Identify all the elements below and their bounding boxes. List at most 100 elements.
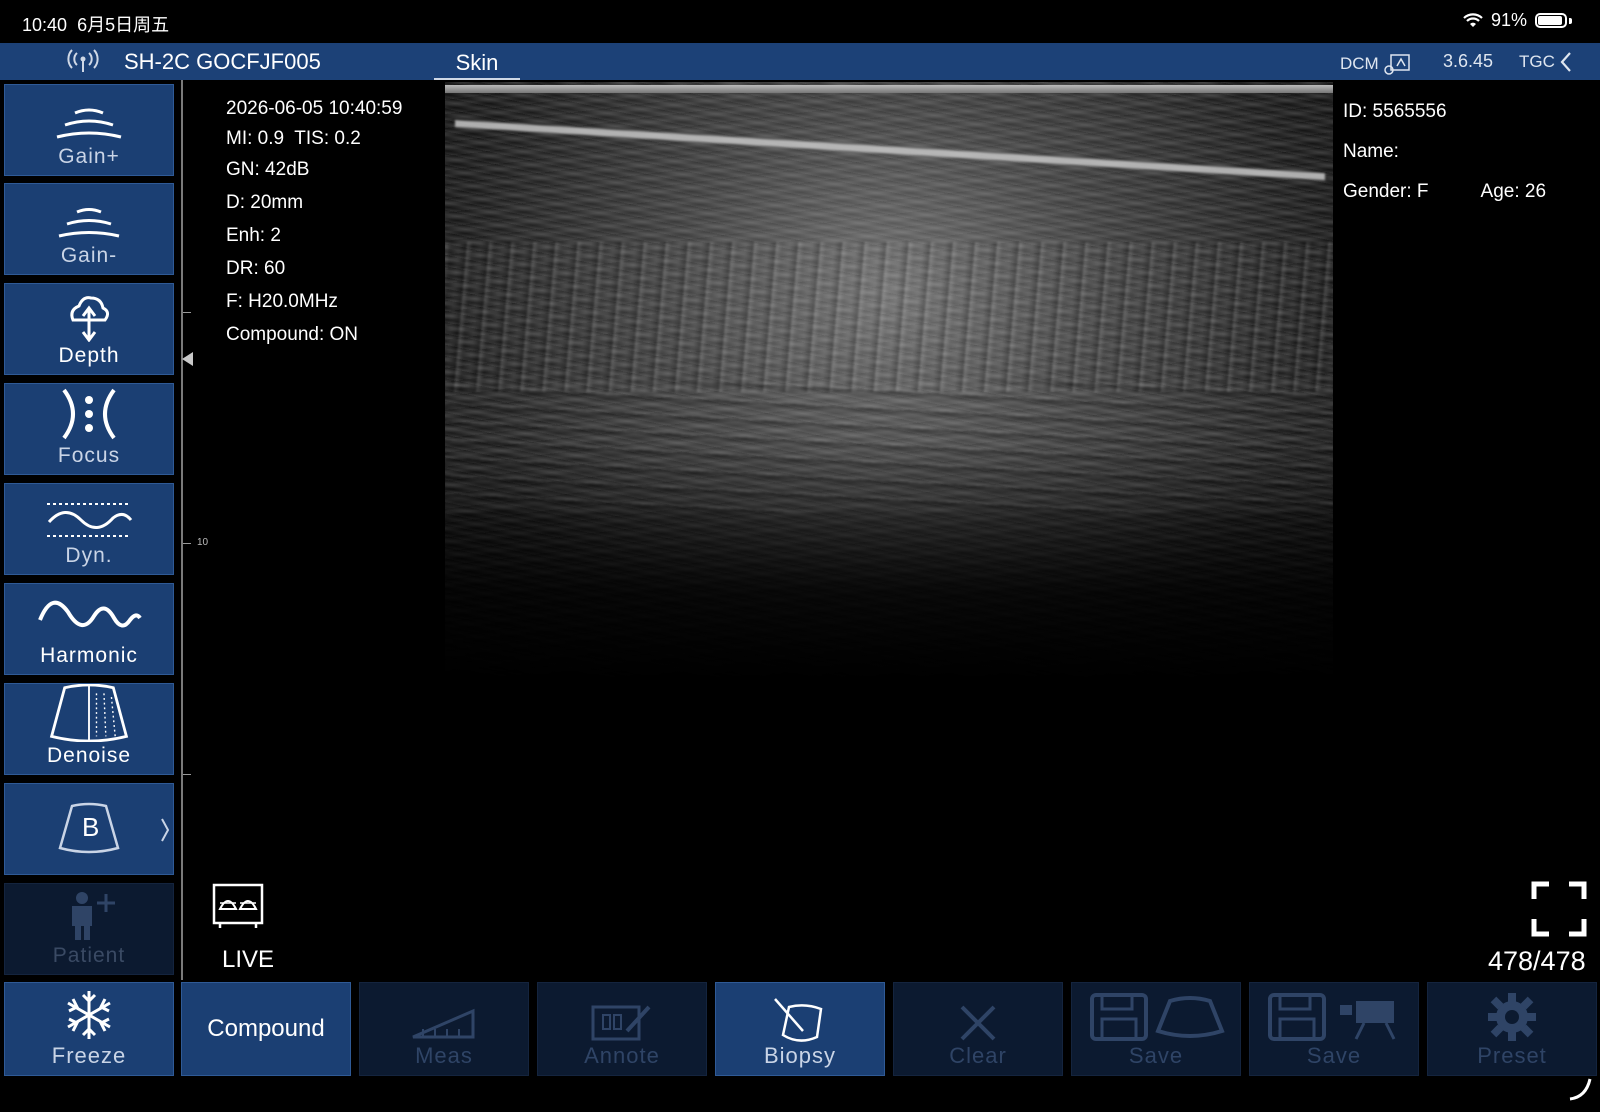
focus-icon <box>62 388 116 440</box>
status-time: 10:40 6月5日周五 <box>22 15 170 35</box>
gain-minus-label: Gain- <box>60 244 118 267</box>
transducer-surface-line <box>445 85 1333 93</box>
close-icon <box>960 1005 996 1041</box>
preset-button[interactable]: Preset <box>1427 982 1597 1076</box>
ultrasound-image[interactable] <box>445 82 1333 682</box>
patient-gender: Gender: F <box>1343 181 1429 202</box>
frame-counter: 478/478 <box>1488 946 1586 976</box>
save-image-button[interactable]: Save <box>1071 982 1241 1076</box>
enhancement-value: Enh: 2 <box>226 225 281 246</box>
gain-plus-label: Gain+ <box>58 145 120 168</box>
dermis-texture <box>445 242 1333 392</box>
harmonic-label: Harmonic <box>40 644 138 667</box>
depth-tick <box>183 543 191 544</box>
status-right: 91% <box>1463 10 1572 31</box>
wireless-probe-icon[interactable] <box>66 48 100 76</box>
save-image-label: Save <box>1128 1043 1184 1068</box>
chevron-right-icon <box>161 818 170 842</box>
gain-value: GN: 42dB <box>226 159 310 180</box>
depth-ruler <box>181 80 183 980</box>
depth-button[interactable]: Depth <box>4 283 174 375</box>
imaging-mode-button[interactable]: B <box>4 783 174 875</box>
depth-label: Depth <box>58 344 120 367</box>
compound-button[interactable]: Compound <box>181 982 351 1076</box>
denoise-icon <box>49 684 129 742</box>
ios-status-bar: 10:40 6月5日周五 91% <box>0 0 1600 43</box>
save-image-icon <box>1090 993 1225 1041</box>
tgc-label: TGC <box>1519 52 1555 71</box>
patient-label: Patient <box>52 944 126 967</box>
biopsy-needle-icon <box>774 998 823 1042</box>
biopsy-button[interactable]: Biopsy <box>715 982 885 1076</box>
annotate-button[interactable]: Annote <box>537 982 707 1076</box>
subcutaneous-texture <box>445 382 1333 512</box>
save-video-icon <box>1268 993 1396 1041</box>
harmonic-icon <box>38 600 142 628</box>
annote-label: Annote <box>584 1043 660 1068</box>
tgc-button[interactable]: TGC <box>1519 51 1573 73</box>
biopsy-label: Biopsy <box>763 1043 837 1068</box>
mode-label: B <box>82 812 100 842</box>
patient-button[interactable]: Patient <box>4 883 174 975</box>
app-header: SH-2C GOCFJF005 Skin DCM 3.6.45 TGC <box>0 43 1600 80</box>
compound-label: Compound <box>207 1015 325 1042</box>
depth-tick-label: 10 <box>197 537 209 548</box>
gain-minus-icon <box>58 208 120 238</box>
depth-tick <box>183 312 191 313</box>
save-cine-button[interactable]: Save <box>1249 982 1419 1076</box>
focus-button[interactable]: Focus <box>4 383 174 475</box>
patient-name: Name: <box>1343 141 1399 162</box>
focus-marker[interactable] <box>182 352 193 366</box>
compound-value: Compound: ON <box>226 324 359 345</box>
dcm-button[interactable]: DCM <box>1340 52 1413 76</box>
freeze-label: Freeze <box>51 1043 127 1068</box>
freeze-button[interactable]: Freeze <box>4 982 174 1076</box>
annotate-icon <box>591 1005 651 1041</box>
gain-plus-button[interactable]: Gain+ <box>4 84 174 176</box>
ruler-icon <box>412 1008 475 1039</box>
dcm-label: DCM <box>1340 54 1379 73</box>
patient-id: ID: 5565556 <box>1343 101 1447 122</box>
dynamic-range-icon <box>47 503 133 537</box>
add-patient-icon <box>72 892 115 940</box>
measure-button[interactable]: Meas <box>359 982 529 1076</box>
fullscreen-icon[interactable] <box>1531 881 1587 937</box>
frequency-value: F: H20.0MHz <box>226 291 338 312</box>
gain-plus-icon <box>56 108 122 139</box>
skin-echo-line <box>455 120 1325 181</box>
mi-tis: MI: 0.9 TIS: 0.2 <box>226 128 361 149</box>
app-version: 3.6.45 <box>1443 51 1494 71</box>
dynamic-range-button[interactable]: Dyn. <box>4 483 174 575</box>
resize-handle-icon <box>1569 1078 1592 1101</box>
depth-tick <box>183 774 191 775</box>
focus-label: Focus <box>57 444 121 467</box>
snowflake-icon <box>67 991 111 1039</box>
gear-icon <box>1488 993 1536 1041</box>
patient-demographics: Gender: F Age: 26 <box>1343 172 1546 212</box>
gain-minus-button[interactable]: Gain- <box>4 183 174 275</box>
wifi-icon <box>1463 12 1483 27</box>
device-name: SH-2C GOCFJF005 <box>124 49 321 74</box>
dicom-upload-icon <box>1383 54 1410 75</box>
battery-tip <box>1569 17 1572 24</box>
denoise-label: Denoise <box>46 744 132 767</box>
scan-datetime: 2026-06-05 10:40:59 <box>226 98 403 119</box>
dyn-label: Dyn. <box>65 544 113 567</box>
depth-icon <box>70 296 110 342</box>
cine-layout-icon[interactable] <box>212 883 264 929</box>
meas-label: Meas <box>415 1043 473 1068</box>
patient-age: Age: 26 <box>1480 181 1547 202</box>
battery-icon <box>1535 13 1567 28</box>
denoise-button[interactable]: Denoise <box>4 683 174 775</box>
patient-info: ID: 5565556 Name: Gender: F Age: 26 <box>1343 92 1546 212</box>
preset-tab[interactable]: Skin <box>434 50 520 80</box>
harmonic-button[interactable]: Harmonic <box>4 583 174 675</box>
dynamic-range-value: DR: 60 <box>226 258 286 279</box>
save-cine-label: Save <box>1306 1043 1362 1068</box>
preset-label: Preset <box>1477 1043 1547 1068</box>
clear-button[interactable]: Clear <box>893 982 1063 1076</box>
clear-label: Clear <box>949 1043 1007 1068</box>
battery-percent: 91% <box>1490 10 1527 30</box>
live-status: LIVE <box>222 946 275 973</box>
chevron-left-icon <box>1560 52 1571 72</box>
